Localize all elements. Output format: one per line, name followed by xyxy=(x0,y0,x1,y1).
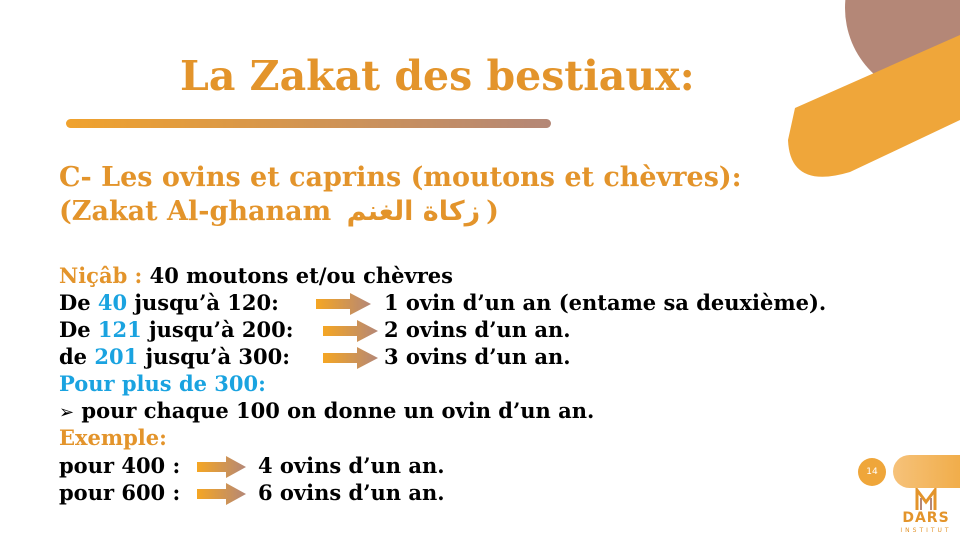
bracket-row: de 201 jusqu’à 300: xyxy=(59,344,290,369)
bracket-row: De 40 jusqu’à 120: xyxy=(59,290,279,315)
nisab-label: Niçâb : xyxy=(59,263,150,288)
right-arrow-icon xyxy=(323,347,378,369)
subheading-suffix: ) xyxy=(486,196,499,227)
nisab-value: 40 moutons et/ou chèvres xyxy=(149,263,453,288)
nisab-line: Niçâb : 40 moutons et/ou chèvres xyxy=(59,263,453,288)
logo-name: DARS xyxy=(902,510,950,526)
bracket-prefix: De xyxy=(59,317,98,342)
right-arrow-icon xyxy=(197,483,246,505)
bracket-from: 201 xyxy=(94,344,139,369)
bracket-range: jusqu’à 300: xyxy=(138,344,290,369)
bullet-arrow-icon: ➢ xyxy=(59,402,75,423)
example-label: Exemple: xyxy=(59,425,167,450)
example-result: 6 ovins d’un an. xyxy=(258,480,445,505)
bottom-right-pill xyxy=(893,455,960,488)
beyond-rule-text: pour chaque 100 on donne un ovin d’un an… xyxy=(74,398,595,423)
example-result: 4 ovins d’un an. xyxy=(258,453,445,478)
bracket-prefix: de xyxy=(59,344,95,369)
bracket-row: De 121 jusqu’à 200: xyxy=(59,317,294,342)
bracket-from: 40 xyxy=(97,290,128,315)
example-count: pour 600 : xyxy=(59,480,181,505)
beyond-rule: ➢ pour chaque 100 on donne un ovin d’un … xyxy=(59,398,594,423)
title-underline xyxy=(66,119,551,128)
section-subheading: (Zakat Al-ghanam زكاة الغنم) xyxy=(59,196,499,227)
right-arrow-icon xyxy=(316,293,371,315)
slide-title: La Zakat des bestiaux: xyxy=(180,52,695,100)
subheading-arabic: زكاة الغنم xyxy=(346,196,481,227)
bracket-result: 2 ovins d’un an. xyxy=(384,317,571,342)
beyond-label: Pour plus de 300: xyxy=(59,371,266,396)
logo-subtitle: INSTITUT xyxy=(900,527,952,534)
right-arrow-icon xyxy=(197,456,246,478)
bracket-prefix: De xyxy=(59,290,98,315)
right-arrow-icon xyxy=(323,320,378,342)
page-number: 14 xyxy=(858,458,886,486)
bracket-from: 121 xyxy=(97,317,142,342)
bracket-range: jusqu’à 200: xyxy=(141,317,294,342)
bracket-range: jusqu’à 120: xyxy=(127,290,279,315)
bracket-result: 3 ovins d’un an. xyxy=(384,344,571,369)
section-heading-line1: C- Les ovins et caprins (moutons et chèv… xyxy=(59,162,742,193)
subheading-prefix: (Zakat Al-ghanam xyxy=(59,196,341,227)
example-count: pour 400 : xyxy=(59,453,181,478)
section-heading: C- Les ovins et caprins (moutons et chèv… xyxy=(59,162,742,193)
bracket-result: 1 ovin d’un an (entame sa deuxième). xyxy=(384,290,827,315)
